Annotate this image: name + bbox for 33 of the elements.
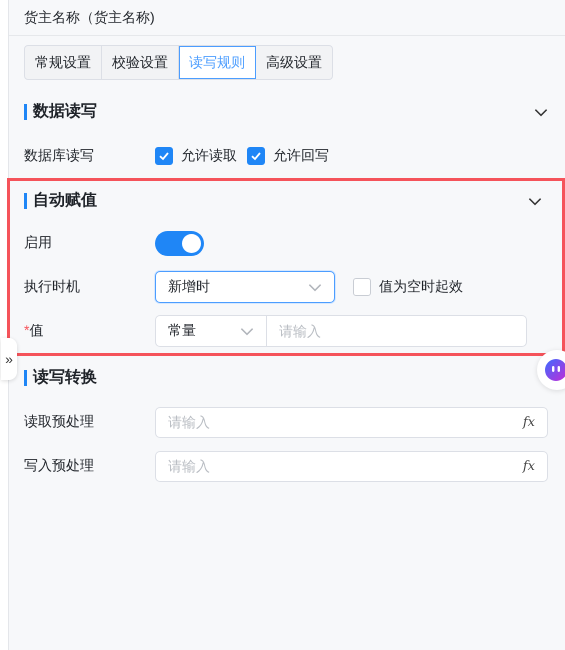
input-field[interactable]: 请输入 fx (155, 450, 548, 482)
chevron-icon (534, 108, 548, 116)
select-field[interactable]: 新增时 (155, 271, 335, 303)
check-icon (158, 150, 170, 162)
section-title: 数据读写 (24, 104, 97, 120)
field-label: 读取预处理 (24, 413, 95, 431)
formula-button[interactable]: fx (522, 414, 535, 430)
section-title: 自动赋值 (24, 193, 97, 209)
checkbox[interactable]: 允许回写 (247, 147, 329, 165)
tab[interactable]: 常规设置 (25, 46, 102, 79)
checkbox[interactable]: 允许读取 (155, 147, 237, 165)
field-label: 数据库读写 (24, 147, 95, 165)
field-label: 启用 (24, 234, 53, 252)
assistant-button[interactable] (537, 350, 565, 390)
field-label: 写入预处理 (24, 457, 95, 475)
chevron-icon (308, 282, 322, 292)
assistant-icon (545, 359, 565, 381)
toggle-switch[interactable] (155, 230, 204, 256)
tab[interactable]: 高级设置 (256, 46, 332, 79)
value-field[interactable]: 常量 请输入 (155, 315, 527, 347)
input-field[interactable]: 请输入 (266, 316, 526, 346)
input-field[interactable]: 请输入 fx (155, 406, 548, 438)
checkbox[interactable]: 值为空时起效 (353, 278, 463, 296)
field-label: *值 (24, 322, 44, 340)
panel-title: 货主名称（货主名称) (24, 8, 155, 26)
section-title: 读写转换 (24, 370, 97, 386)
check-icon (250, 150, 262, 162)
field-label: 执行时机 (24, 278, 81, 296)
chevron-icon (528, 196, 542, 206)
side-handle[interactable]: » (1, 338, 17, 380)
type-select[interactable]: 常量 (156, 316, 266, 346)
chevron-icon (240, 326, 254, 336)
formula-button[interactable]: fx (522, 458, 535, 474)
